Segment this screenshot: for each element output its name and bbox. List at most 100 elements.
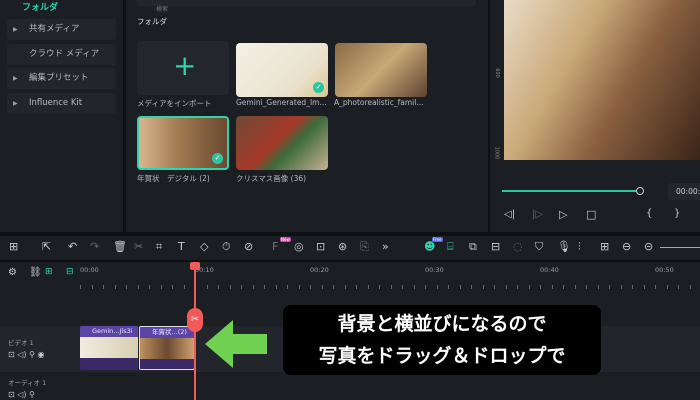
- split-scissors-icon[interactable]: ✂: [187, 308, 203, 332]
- import-media-button[interactable]: +: [137, 41, 229, 95]
- ruler-tick: [344, 285, 346, 289]
- crop-icon[interactable]: ⌗: [156, 240, 162, 254]
- sidebar-item-cloud-media[interactable]: クラウド メディア: [7, 44, 116, 65]
- image-icon[interactable]: ⊟: [491, 240, 500, 253]
- ruler-tick: [103, 285, 104, 289]
- layout-icon[interactable]: ⊞: [9, 240, 18, 253]
- stop-icon[interactable]: □: [586, 208, 596, 221]
- ruler-tick: [149, 285, 150, 289]
- shield-icon[interactable]: ⛉: [535, 240, 543, 254]
- arrow-left-icon: [205, 320, 267, 368]
- ruler-label: 600: [493, 68, 500, 78]
- fit-icon[interactable]: ⊖: [622, 240, 631, 253]
- sidebar-item-shared-media[interactable]: ▶ 共有メディア: [7, 19, 116, 40]
- sidebar-item-label: 共有メディア: [29, 24, 80, 34]
- sidebar: フォルダ ▶ 共有メディア クラウド メディア ▶ 編集プリセット ▶ Influen…: [0, 0, 123, 232]
- undo-icon[interactable]: ↶: [68, 240, 77, 253]
- progress-bar[interactable]: [502, 190, 640, 192]
- ruler-tick: [160, 285, 162, 289]
- track-label: ビデオ 1: [8, 339, 34, 347]
- media-item[interactable]: [236, 116, 328, 170]
- ruler-tick: [655, 285, 656, 289]
- ruler-tick: [218, 285, 219, 289]
- ruler-tick: [459, 285, 461, 289]
- snap-icon[interactable]: ⊞: [45, 267, 53, 277]
- ruler-tick: [264, 285, 265, 289]
- next-frame-icon[interactable]: |▷: [532, 209, 543, 220]
- settings-icon[interactable]: ⚙: [8, 267, 17, 278]
- ruler-tick: [333, 285, 334, 289]
- text-icon[interactable]: T: [178, 240, 185, 253]
- split-icon[interactable]: ⊞: [600, 240, 609, 253]
- track-label: オーディオ 1: [8, 379, 47, 387]
- ruler-tick: [517, 285, 518, 289]
- ai-feature-icon[interactable]: F: [272, 240, 278, 253]
- delete-icon[interactable]: 🗑: [113, 240, 127, 253]
- playhead-handle[interactable]: [190, 262, 200, 270]
- redo-icon[interactable]: ↷: [90, 240, 99, 253]
- ruler-tick: [505, 285, 507, 289]
- media-item[interactable]: ✓: [236, 43, 328, 97]
- mixer-icon[interactable]: ⫶: [578, 240, 581, 254]
- ripple-icon[interactable]: ⊟: [66, 267, 74, 277]
- link-icon[interactable]: ⛓: [29, 267, 42, 278]
- effect-icon[interactable]: ⊘: [244, 240, 253, 253]
- ruler-tick: [114, 285, 116, 289]
- mark-out-icon[interactable]: }: [674, 208, 680, 219]
- more-icon[interactable]: »: [382, 240, 389, 253]
- export-frame-icon[interactable]: ⎘: [360, 240, 369, 254]
- sidebar-item-label: Influence Kit: [29, 98, 83, 108]
- ruler-tick: [597, 285, 599, 289]
- zoom-out-icon[interactable]: ⊝: [644, 240, 653, 253]
- ruler-tick: [436, 285, 438, 289]
- ruler-tick: [229, 285, 231, 289]
- ruler-tick: [551, 285, 553, 289]
- ai-icon[interactable]: ◌: [513, 240, 523, 253]
- ruler-tick: [137, 285, 139, 289]
- ai-audio-icon[interactable]: ◎: [294, 240, 304, 253]
- ruler-tick: [91, 285, 93, 289]
- cut-icon[interactable]: ✂: [134, 240, 143, 253]
- ruler-tick: [379, 285, 380, 289]
- ai-sticker-icon[interactable]: ⊛: [338, 240, 347, 253]
- select-icon[interactable]: ⇱: [42, 240, 51, 253]
- ai-scan-icon[interactable]: ⊡: [316, 240, 325, 253]
- media-item[interactable]: [335, 43, 427, 97]
- media-item-name: Gemini_Generated_Im...: [236, 98, 327, 107]
- preview-panel: 600 1000 00:00:1 ◁| |▷ ▷ □ { }: [490, 0, 700, 232]
- zoom-slider[interactable]: [660, 247, 700, 248]
- ruler-tick: [356, 285, 357, 289]
- plus-icon: +: [173, 49, 197, 82]
- ruler-label: 00:40: [540, 266, 559, 274]
- ruler-tick: [482, 285, 484, 289]
- ruler-tick: [448, 285, 449, 289]
- clip-name: Gemin...Jls3i: [80, 326, 138, 337]
- track-icons[interactable]: ⊡ ◁) ⚲: [8, 390, 35, 399]
- timeline-clip-selected[interactable]: 年賀状...(2): [139, 326, 195, 370]
- tv-icon[interactable]: ⌸: [447, 240, 454, 254]
- progress-handle[interactable]: [636, 187, 644, 195]
- speed-icon[interactable]: ⏱: [222, 240, 231, 254]
- ruler-tick: [494, 285, 495, 289]
- sidebar-item-influence-kit[interactable]: ▶ Influence Kit: [7, 93, 116, 114]
- time-display: 00:00:1: [668, 183, 700, 200]
- timeline-clip[interactable]: Gemin...Jls3i: [80, 326, 138, 370]
- search-input[interactable]: 検索: [136, 0, 476, 13]
- prev-frame-icon[interactable]: ◁|: [504, 209, 515, 220]
- expand-icon: ▶: [13, 75, 18, 82]
- sidebar-item-edit-presets[interactable]: ▶ 編集プリセット: [7, 68, 116, 89]
- track-icons[interactable]: ⊡ ◁) ⚲ ◉: [8, 350, 44, 359]
- sidebar-folder-tab[interactable]: フォルダ: [22, 0, 58, 13]
- ruler-label: 00:30: [425, 266, 444, 274]
- play-icon[interactable]: ▷: [559, 208, 567, 221]
- ruler-tick: [632, 285, 633, 289]
- annotation-line: 背景と横並びになるので: [337, 313, 547, 335]
- replace-icon[interactable]: ⧉: [469, 240, 477, 254]
- media-item-name: クリスマス画像 (36): [236, 174, 307, 183]
- media-item-selected[interactable]: ✓: [137, 116, 229, 170]
- ruler-tick: [609, 285, 610, 289]
- shape-icon[interactable]: ◇: [200, 240, 208, 253]
- mark-in-icon[interactable]: {: [646, 208, 652, 219]
- mic-icon[interactable]: 🎙: [557, 240, 571, 253]
- ruler-tick: [241, 285, 242, 289]
